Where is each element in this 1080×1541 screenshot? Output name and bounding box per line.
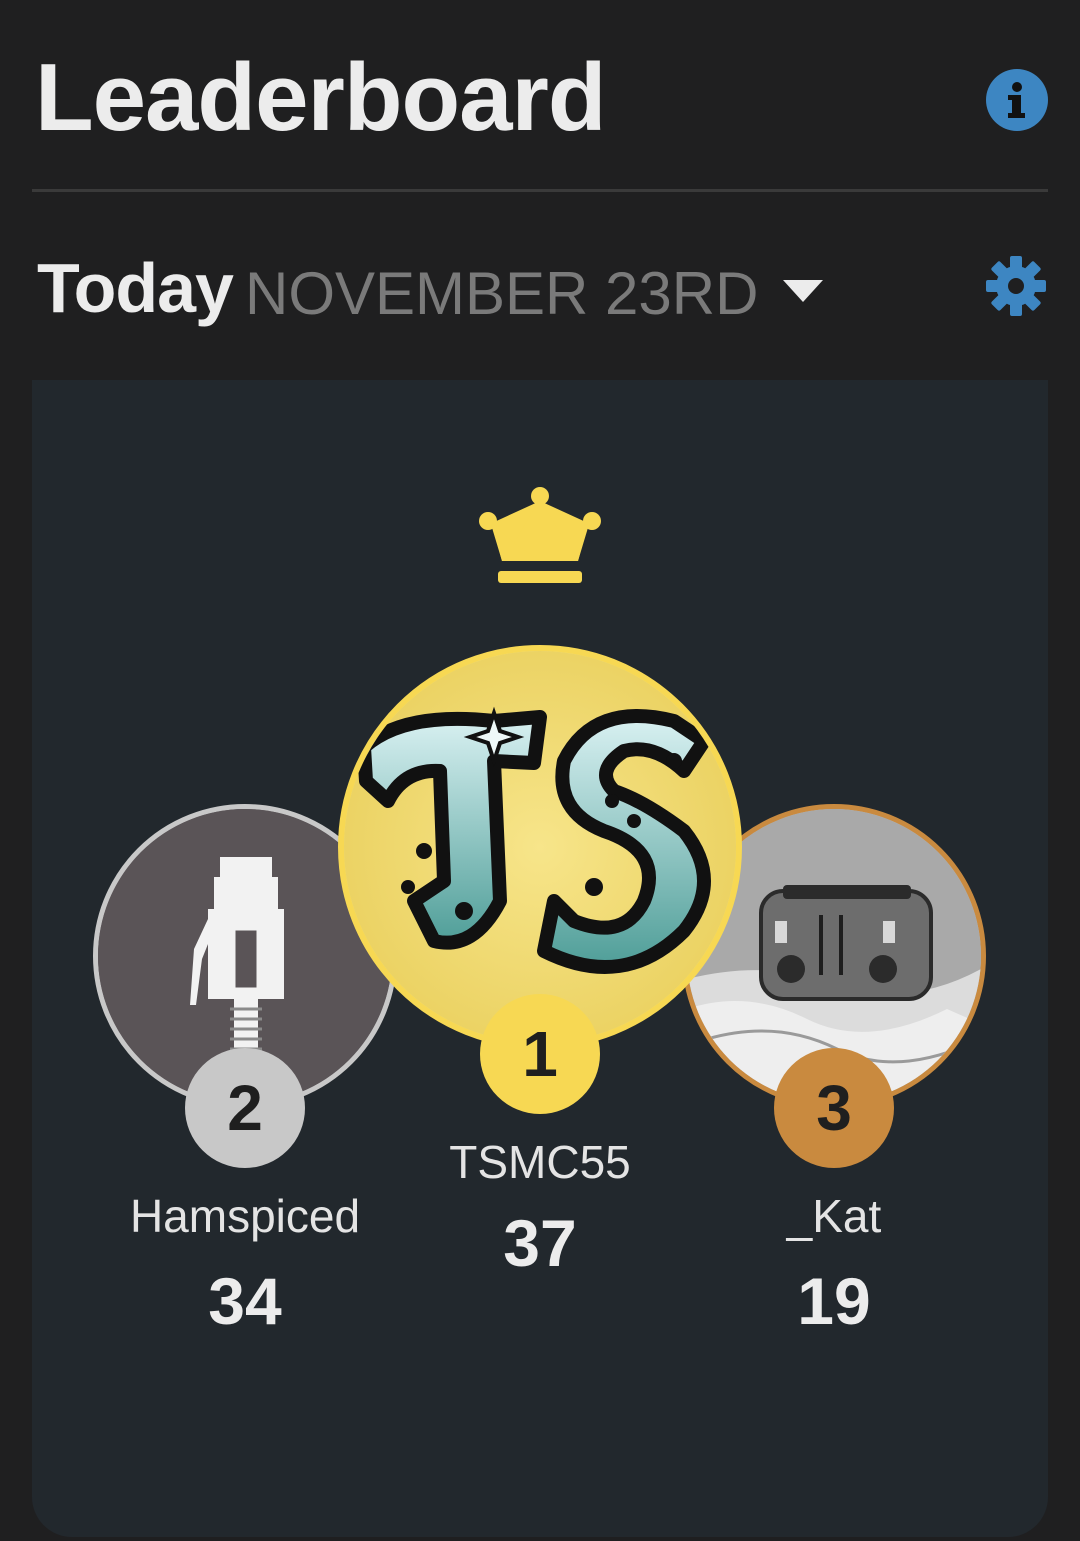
avatar-tsmc55[interactable] [338,645,742,1049]
info-icon [1008,82,1025,118]
date-filter-row: Today NOVEMBER 23RD [37,248,1048,332]
player-name-second[interactable]: Hamspiced [95,1188,395,1244]
rank-badge-3: 3 [774,1048,894,1168]
gear-icon[interactable] [984,254,1048,318]
player-name-third[interactable]: _Kat [684,1188,984,1244]
rank-number: 2 [227,1072,263,1144]
player-score-third: 19 [797,1264,871,1338]
crown-icon [479,487,601,583]
player-score-second: 34 [208,1264,282,1338]
header: Leaderboard [35,48,1048,158]
player-name-first[interactable]: TSMC55 [390,1134,690,1190]
date-label[interactable]: NOVEMBER 23RD [245,254,758,334]
rank-number: 3 [816,1072,852,1144]
leaderboard-screen: Leaderboard Today NOVEMBER 23RD 1 2 3 TS… [0,0,1080,1541]
info-button[interactable] [986,69,1048,131]
player-score-first: 37 [503,1206,577,1280]
page-title: Leaderboard [35,44,606,151]
caret-down-icon[interactable] [781,278,825,304]
ts-monogram-avatar [344,651,736,1043]
period-label[interactable]: Today [37,248,234,328]
rank-number: 1 [522,1018,558,1090]
rank-badge-1: 1 [480,994,600,1114]
rank-badge-2: 2 [185,1048,305,1168]
header-divider [32,189,1048,192]
